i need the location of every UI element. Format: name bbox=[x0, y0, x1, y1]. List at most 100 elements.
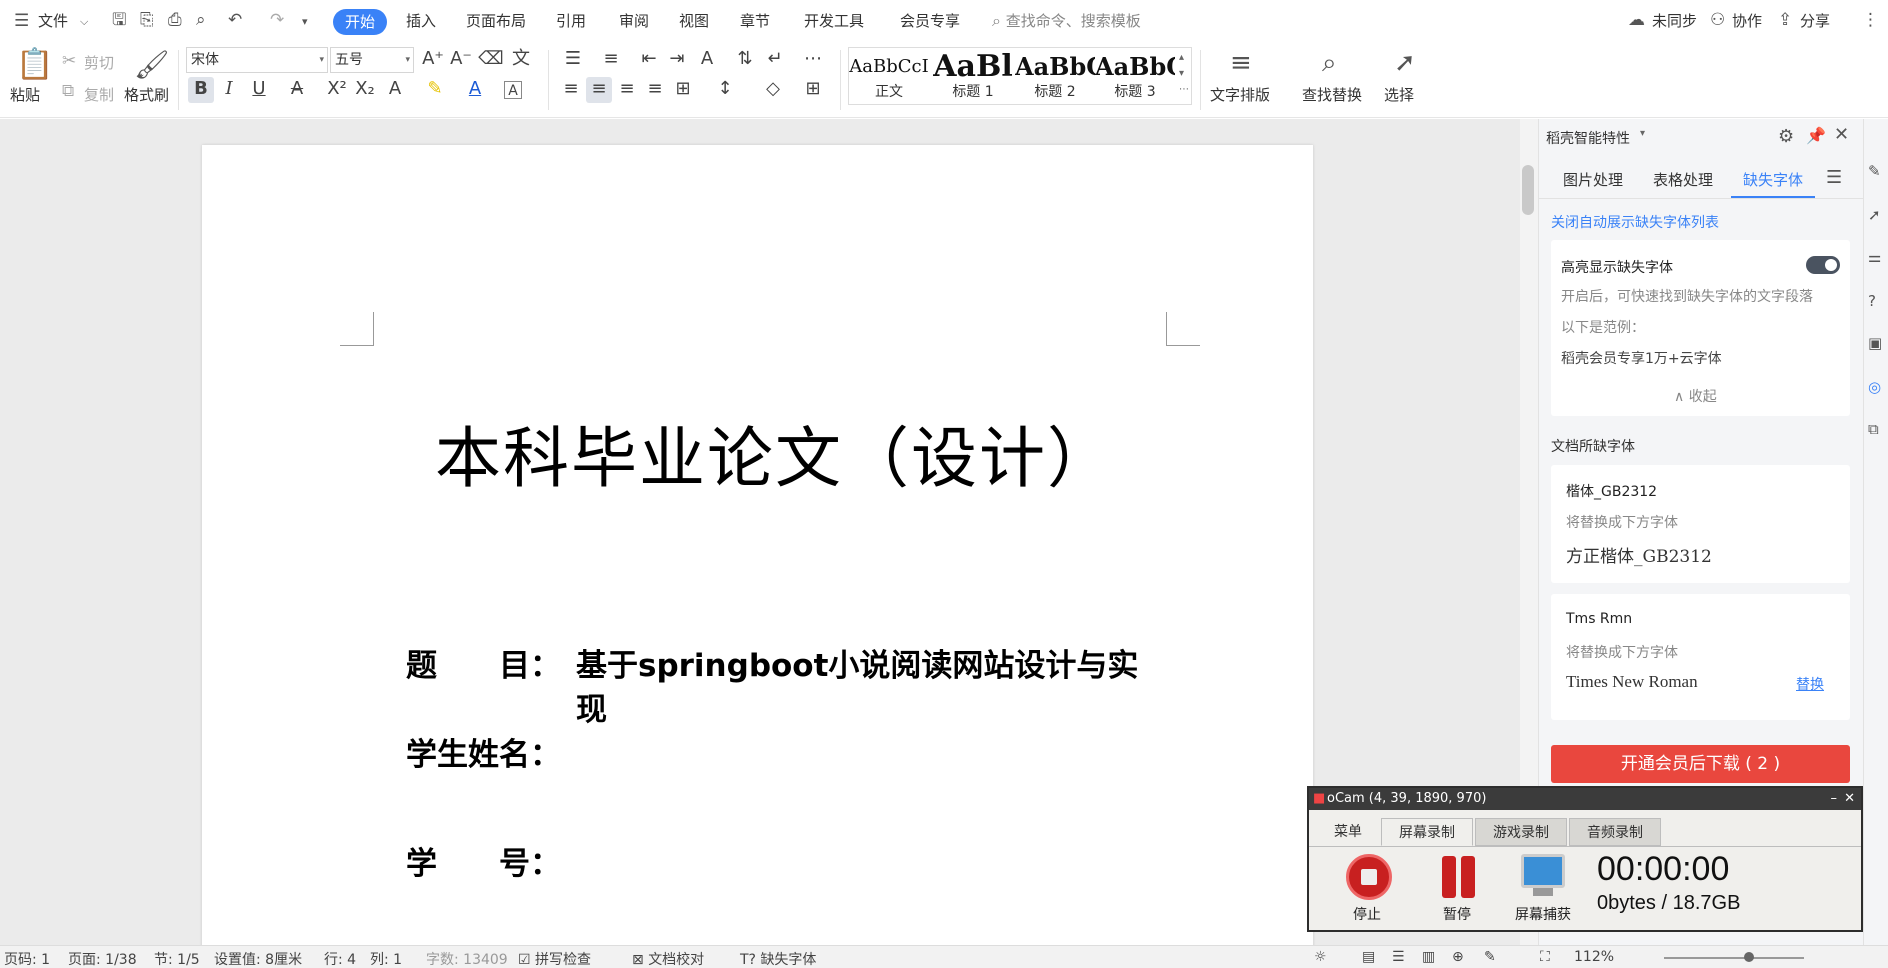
field-topic-label[interactable]: 题 目： bbox=[406, 640, 561, 685]
gallery-scroll-icon[interactable]: ▴ ▾ ⋯ bbox=[1179, 50, 1189, 98]
chinese-layout-icon[interactable]: A bbox=[694, 47, 720, 73]
superscript-button[interactable]: X² bbox=[324, 77, 350, 103]
char-border-icon[interactable]: A bbox=[504, 81, 522, 99]
font-name-select[interactable]: 宋体 ▾ bbox=[186, 47, 328, 73]
copy-button[interactable]: 复制 bbox=[84, 84, 114, 105]
format-painter-icon[interactable]: 🖌 bbox=[134, 48, 170, 82]
web-view-icon[interactable]: ⊕ bbox=[1452, 949, 1464, 965]
field-name-label[interactable]: 学生姓名： bbox=[406, 729, 561, 774]
increase-indent-icon[interactable]: ⇥ bbox=[664, 47, 690, 73]
align-right-icon[interactable]: ≡ bbox=[614, 77, 640, 103]
gear-icon[interactable]: ⚙ bbox=[1778, 126, 1794, 147]
file-menu[interactable]: 文件 bbox=[38, 0, 68, 42]
eye-protection-icon[interactable]: ☼ bbox=[1314, 949, 1327, 965]
status-row[interactable]: 行: 4 bbox=[324, 949, 356, 968]
close-auto-show-link[interactable]: 关闭自动展示缺失字体列表 bbox=[1551, 212, 1719, 232]
chevron-down-icon[interactable]: ▾ bbox=[1640, 128, 1645, 139]
field-id-label[interactable]: 学 号： bbox=[406, 838, 561, 883]
minimize-icon[interactable]: – bbox=[1831, 788, 1838, 810]
command-search[interactable]: ⌕ 查找命令、搜索模板 bbox=[992, 0, 1141, 42]
phonetic-guide-icon[interactable]: 文 bbox=[508, 47, 534, 73]
scrollbar-thumb[interactable] bbox=[1522, 165, 1534, 215]
doc-proof-button[interactable]: ⊠ 文档校对 bbox=[632, 949, 704, 968]
print-icon[interactable]: ⎙ bbox=[168, 10, 182, 30]
distributed-align-icon[interactable]: ⊞ bbox=[670, 77, 696, 103]
screen-capture-icon[interactable] bbox=[1521, 854, 1565, 888]
sort-icon[interactable]: ⇅ bbox=[732, 47, 758, 73]
zoom-slider-thumb[interactable] bbox=[1744, 952, 1754, 962]
line-spacing-icon[interactable]: ↕ bbox=[712, 77, 738, 103]
more-options-icon[interactable]: ⋮ bbox=[1862, 10, 1879, 30]
find-replace-button[interactable]: 查找替换 bbox=[1302, 84, 1362, 105]
text-effect-icon[interactable]: A bbox=[382, 77, 408, 103]
export-pdf-icon[interactable]: ⎘ bbox=[140, 10, 154, 30]
settings-sliders-icon[interactable]: ⚌ bbox=[1868, 247, 1881, 267]
status-page-num[interactable]: 页码: 1 bbox=[4, 949, 50, 968]
missing-font-status[interactable]: T? 缺失字体 bbox=[740, 949, 816, 968]
cut-button[interactable]: 剪切 bbox=[84, 52, 114, 73]
numbered-list-icon[interactable]: ≡ bbox=[598, 47, 624, 73]
pause-icon[interactable] bbox=[1442, 856, 1456, 898]
panel-title[interactable]: 稻壳智能特性 bbox=[1546, 128, 1630, 148]
tab-review[interactable]: 审阅 bbox=[619, 0, 649, 42]
field-topic-value[interactable]: 基于springboot小说阅读网站设计与实 bbox=[576, 640, 1138, 685]
reading-view-icon[interactable]: ▥ bbox=[1422, 949, 1435, 965]
undo-icon[interactable]: ↶ bbox=[228, 10, 242, 30]
fit-page-icon[interactable]: ⛶ bbox=[1540, 949, 1550, 965]
outline-view-icon[interactable]: ☰ bbox=[1392, 949, 1405, 965]
redo-icon[interactable]: ↷ bbox=[270, 10, 284, 30]
align-left-icon[interactable]: ≡ bbox=[558, 77, 584, 103]
close-icon[interactable]: ✕ bbox=[1834, 124, 1849, 145]
show-marks-icon[interactable]: ↵ bbox=[762, 47, 788, 73]
tab-developer[interactable]: 开发工具 bbox=[804, 0, 864, 42]
tab-references[interactable]: 引用 bbox=[556, 0, 586, 42]
pause-icon[interactable] bbox=[1461, 856, 1475, 898]
text-layout-button[interactable]: 文字排版 bbox=[1210, 84, 1270, 105]
shading-icon[interactable]: ◇ bbox=[760, 77, 786, 103]
justify-icon[interactable]: ≡ bbox=[642, 77, 668, 103]
share-icon[interactable]: ⇪ bbox=[1778, 10, 1792, 30]
share-button[interactable]: 分享 bbox=[1800, 0, 1830, 42]
underline-button[interactable]: U bbox=[246, 77, 272, 103]
style-normal[interactable]: AaBbCcI 正文 bbox=[849, 48, 929, 104]
shrink-font-icon[interactable]: A⁻ bbox=[448, 47, 474, 73]
status-word-count[interactable]: 字数: 13409 bbox=[426, 949, 508, 968]
tab-member[interactable]: 会员专享 bbox=[900, 0, 960, 42]
copy-icon[interactable]: ⧉ bbox=[62, 81, 74, 101]
edit-icon[interactable]: ✎ bbox=[1868, 161, 1881, 181]
style-heading-2[interactable]: AaBbC 标题 2 bbox=[1015, 48, 1095, 104]
italic-button[interactable]: I bbox=[216, 77, 242, 103]
ocam-tab-screen-record[interactable]: 屏幕录制 bbox=[1381, 818, 1473, 846]
tab-chapter[interactable]: 章节 bbox=[740, 0, 770, 42]
grow-font-icon[interactable]: A⁺ bbox=[420, 47, 446, 73]
cut-icon[interactable]: ✂ bbox=[62, 51, 76, 71]
image-icon[interactable]: ▣ bbox=[1868, 333, 1882, 353]
smart-feature-icon[interactable]: ◎ bbox=[1868, 377, 1881, 397]
collaborate-icon[interactable]: ⚇ bbox=[1710, 10, 1725, 30]
paste-icon[interactable]: 📋 bbox=[16, 48, 53, 82]
write-mode-icon[interactable]: ✎ bbox=[1484, 949, 1496, 965]
zoom-level[interactable]: 112% bbox=[1574, 949, 1614, 965]
document-title[interactable]: 本科毕业论文（设计） bbox=[435, 405, 1115, 501]
close-icon[interactable]: ✕ bbox=[1844, 788, 1855, 810]
help-icon[interactable]: ? bbox=[1868, 291, 1876, 311]
font-size-select[interactable]: 五号 ▾ bbox=[330, 47, 414, 73]
cloud-sync-icon[interactable]: ☁ bbox=[1628, 10, 1645, 30]
status-col[interactable]: 列: 1 bbox=[370, 949, 402, 968]
clear-format-icon[interactable]: ⌫ bbox=[478, 47, 504, 73]
zoom-slider[interactable] bbox=[1664, 957, 1804, 959]
decrease-indent-icon[interactable]: ⇤ bbox=[636, 47, 662, 73]
ocam-tab-audio-record[interactable]: 音频录制 bbox=[1569, 818, 1661, 846]
status-page-of[interactable]: 页面: 1/38 bbox=[68, 949, 137, 968]
style-heading-1[interactable]: AaBl 标题 1 bbox=[933, 48, 1013, 104]
tab-view[interactable]: 视图 bbox=[679, 0, 709, 42]
member-download-button[interactable]: 开通会员后下载 ( 2 ) bbox=[1551, 745, 1850, 783]
cursor-icon[interactable]: ➚ bbox=[1868, 205, 1881, 225]
status-setting[interactable]: 设置值: 8厘米 bbox=[214, 949, 302, 968]
collapse-button[interactable]: ∧ 收起 bbox=[1674, 386, 1717, 406]
table-tools-icon[interactable]: ⋯ bbox=[800, 47, 826, 73]
print-preview-icon[interactable]: ⌕ bbox=[196, 10, 206, 30]
tab-insert[interactable]: 插入 bbox=[406, 0, 436, 42]
select-button[interactable]: 选择 bbox=[1384, 84, 1414, 105]
ocam-tab-game-record[interactable]: 游戏录制 bbox=[1475, 818, 1567, 846]
